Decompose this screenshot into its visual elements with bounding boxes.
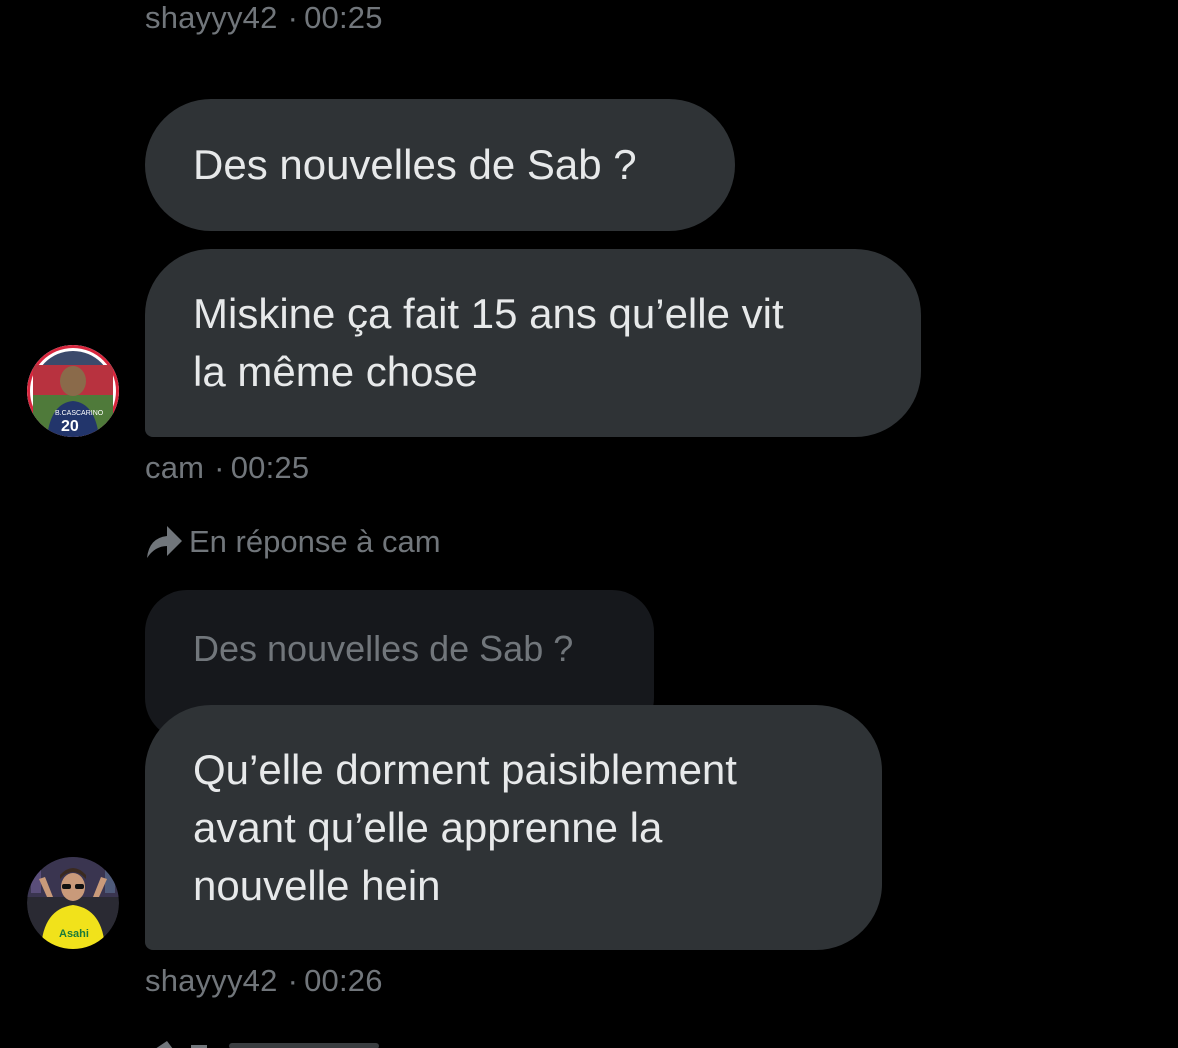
message-bubble[interactable]: Des nouvelles de Sab ? <box>145 99 735 231</box>
message-text-line: la même chose <box>193 348 478 395</box>
message-text-line: nouvelle hein <box>193 861 441 909</box>
message-time: 00:25 <box>230 450 310 485</box>
reply-arrow-icon <box>145 524 183 560</box>
quoted-text: Des nouvelles de Sab ? <box>193 628 574 669</box>
message-time: 00:26 <box>304 963 383 998</box>
message-author: cam <box>145 450 205 485</box>
meta-separator: · <box>287 963 299 998</box>
message-author: shayyy42 <box>145 963 278 998</box>
message-bubble[interactable]: Miskine ça fait 15 ans qu’elle vit la mê… <box>145 249 921 437</box>
reply-context[interactable]: En réponse à cam <box>145 524 441 560</box>
meta-separator: · <box>214 450 225 485</box>
avatar[interactable]: B.CASCARINO 20 <box>27 345 119 437</box>
reply-label-text: En réponse à cam <box>189 524 441 559</box>
message-text-line: Qu’elle dorment paisiblement <box>193 745 737 793</box>
message-time: 00:25 <box>304 0 383 35</box>
message-meta: shayyy42 · 00:25 <box>145 0 383 36</box>
dm-conversation: shayyy42 · 00:25 Des nouvelles de Sab ? Mi… <box>0 0 1178 1048</box>
avatar-shayyy42-image: Asahi <box>27 857 119 949</box>
avatar[interactable]: Asahi <box>27 857 119 949</box>
meta-separator: · <box>287 0 299 35</box>
avatar-cam-image: B.CASCARINO 20 <box>27 345 119 437</box>
message-text-line: Miskine ça fait 15 ans qu’elle vit <box>193 290 784 337</box>
svg-text:20: 20 <box>61 418 79 435</box>
message-author: shayyy42 <box>145 0 278 35</box>
svg-text:Asahi: Asahi <box>59 928 89 940</box>
message-text-line: avant qu’elle apprenne la <box>193 803 663 851</box>
message-meta: cam · 00:25 <box>145 450 309 486</box>
svg-text:B.CASCARINO: B.CASCARINO <box>55 410 104 417</box>
message-meta: shayyy42 · 00:26 <box>145 963 383 999</box>
message-text: Des nouvelles de Sab ? <box>193 141 637 188</box>
next-reply-context-partial <box>145 1036 395 1048</box>
message-bubble[interactable]: Qu’elle dorment paisiblement avant qu’el… <box>145 705 882 950</box>
